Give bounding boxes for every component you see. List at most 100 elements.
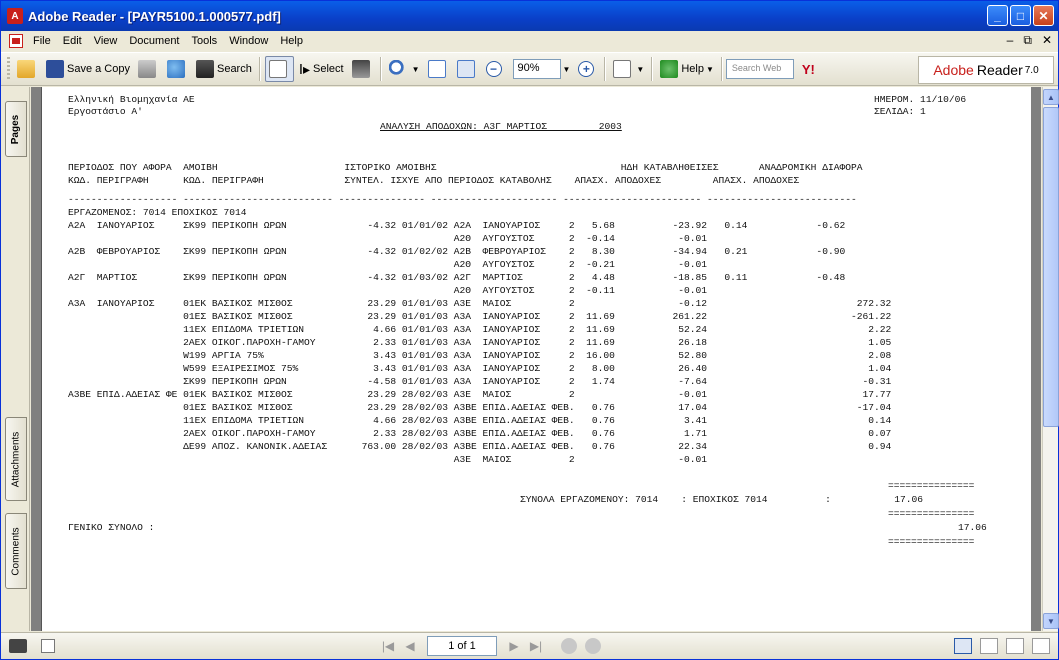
report-row: 2ΑΕΧ ΟΙΚΟΓ.ΠΑΡΟΧΗ-ΓΑΜΟΥ 2.33 01/01/03 Α3… bbox=[68, 337, 892, 348]
facing-layout-icon[interactable] bbox=[1006, 638, 1024, 654]
plant-name: Εργοστάσιο Α' bbox=[68, 106, 143, 117]
menu-help[interactable]: Help bbox=[274, 35, 309, 47]
previous-page-button[interactable]: ◀ bbox=[399, 637, 421, 655]
zoom-in-icon bbox=[388, 60, 407, 78]
search-web-input[interactable]: Search Web bbox=[725, 59, 794, 79]
brand-version: 7.0 bbox=[1024, 64, 1039, 76]
hand-icon bbox=[268, 60, 287, 78]
select-label: Select bbox=[313, 63, 344, 75]
previous-view-button[interactable] bbox=[561, 638, 577, 654]
maximize-button[interactable]: □ bbox=[1010, 5, 1031, 26]
fit-width-button[interactable] bbox=[454, 56, 481, 82]
rotate-button[interactable]: ▼ bbox=[610, 56, 647, 82]
grand-total-value: 17.06 bbox=[958, 522, 987, 533]
select-tool-button[interactable]: Ⅰ▸ Select bbox=[296, 56, 347, 82]
navigation-panel: Pages Attachments Comments bbox=[1, 87, 30, 631]
page-number-field[interactable]: 1 of 1 bbox=[427, 636, 497, 656]
report-row: Α2Β ΦΕΒΡΟΥΑΡΙΟΣ ΣΚ99 ΠΕΡΙΚΟΠΗ ΩΡΩΝ -4.32… bbox=[68, 246, 846, 257]
binoculars-icon bbox=[195, 60, 214, 78]
dropdown-arrow-icon: ▼ bbox=[636, 64, 645, 74]
last-page-button[interactable]: ▶| bbox=[525, 637, 547, 655]
close-button[interactable]: ✕ bbox=[1033, 5, 1054, 26]
menu-bar: File Edit View Document Tools Window Hel… bbox=[1, 31, 1058, 51]
tab-pages[interactable]: Pages bbox=[5, 101, 27, 157]
doc-close-button[interactable]: ✕ bbox=[1042, 33, 1052, 48]
single-page-layout-icon[interactable] bbox=[954, 638, 972, 654]
email-button[interactable] bbox=[164, 56, 191, 82]
tab-attachments[interactable]: Attachments bbox=[5, 417, 27, 501]
report-row: Α3Α ΙΑΝΟΥΑΡΙΟΣ 01ΕΚ ΒΑΣΙΚΟΣ ΜΙΣΘΟΣ 23.29… bbox=[68, 298, 892, 309]
zoom-level-select[interactable]: 90% ▼ bbox=[510, 56, 574, 82]
zoom-tool-button[interactable]: ▼ bbox=[386, 56, 423, 82]
document-view[interactable]: Ελληνική Βιομηχανία ΑΕ Εργοστάσιο Α' ΗΜΕ… bbox=[31, 87, 1041, 631]
continuous-layout-icon[interactable] bbox=[980, 638, 998, 654]
snapshot-button[interactable] bbox=[349, 56, 376, 82]
menu-document[interactable]: Document bbox=[123, 35, 185, 47]
pdf-page: Ελληνική Βιομηχανία ΑΕ Εργοστάσιο Α' ΗΜΕ… bbox=[41, 87, 1031, 631]
toolbar-separator bbox=[379, 57, 382, 81]
doc-restore-button[interactable]: ⧉ bbox=[1023, 33, 1032, 48]
brand-reader: Reader bbox=[976, 62, 1023, 78]
scroll-up-button[interactable]: ▲ bbox=[1043, 89, 1059, 105]
vertical-scrollbar[interactable]: ▲ ▼ bbox=[1042, 87, 1059, 631]
title-bar[interactable]: A Adobe Reader - [PAYR5100.1.000577.pdf]… bbox=[1, 1, 1058, 31]
fit-page-button[interactable] bbox=[425, 56, 452, 82]
report-row: W199 ΑΡΓΙΑ 75% 3.43 01/01/03 Α3Α ΙΑΝΟΥΑΡ… bbox=[68, 350, 892, 361]
print-button[interactable] bbox=[135, 56, 162, 82]
save-copy-button[interactable]: Save a Copy bbox=[43, 56, 133, 82]
monitor-icon[interactable] bbox=[9, 639, 27, 653]
report-row: ΔΕ99 ΑΠΟΖ. ΚΑΝΟΝΙΚ.ΑΔΕΙΑΣ 763.00 28/02/0… bbox=[68, 441, 892, 452]
first-page-button[interactable]: |◀ bbox=[377, 637, 399, 655]
total-rule: =============== bbox=[888, 480, 975, 491]
menu-tools[interactable]: Tools bbox=[186, 35, 224, 47]
report-row: Α3ΒΕ ΕΠΙΔ.ΑΔΕΙΑΣ ΦΕ 01ΕΚ ΒΑΣΙΚΟΣ ΜΙΣΘΟΣ … bbox=[68, 389, 892, 400]
search-label: Search bbox=[216, 63, 252, 75]
search-button[interactable]: Search bbox=[193, 56, 255, 82]
scroll-thumb[interactable] bbox=[1043, 107, 1059, 427]
menu-window[interactable]: Window bbox=[223, 35, 274, 47]
yahoo-icon[interactable]: Y! bbox=[802, 62, 815, 77]
zoom-value[interactable]: 90% bbox=[512, 59, 561, 79]
employee-total-line: ΣΥΝΟΛΑ ΕΡΓΑΖΟΜΕΝΟΥ: 7014 : ΕΠΟΧΙΚΟΣ 7014… bbox=[520, 494, 924, 505]
report-row: 11ΕΧ ΕΠΙΔΟΜΑ ΤΡΙΕΤΙΩΝ 4.66 28/02/03 Α3ΒΕ… bbox=[68, 415, 892, 426]
menu-view[interactable]: View bbox=[88, 35, 124, 47]
minimize-button[interactable]: _ bbox=[987, 5, 1008, 26]
adobe-reader-logo-icon: A bbox=[7, 8, 23, 24]
open-folder-icon bbox=[17, 60, 35, 78]
total-rule: =============== bbox=[888, 508, 975, 519]
help-button[interactable]: Help ▼ bbox=[657, 56, 717, 82]
scroll-down-button[interactable]: ▼ bbox=[1043, 613, 1059, 629]
hand-tool-button[interactable] bbox=[264, 56, 294, 82]
zoom-in-button[interactable]: + bbox=[575, 56, 600, 82]
brand-adobe: Adobe bbox=[933, 62, 974, 78]
open-button[interactable] bbox=[14, 56, 41, 82]
continuous-facing-layout-icon[interactable] bbox=[1032, 638, 1050, 654]
toolbar-separator bbox=[651, 57, 654, 81]
report-title: ΑΝΑΛΥΣΗ ΑΠΟΔΟΧΩΝ: Α3Γ ΜΑΡΤΙΟΣ 2003 bbox=[380, 121, 622, 132]
zoom-out-button[interactable]: − bbox=[483, 56, 508, 82]
doc-minimize-button[interactable]: – bbox=[1007, 33, 1014, 48]
next-view-button[interactable] bbox=[585, 638, 601, 654]
help-label: Help bbox=[681, 63, 704, 75]
report-page: ΣΕΛΙΔΑ: 1 bbox=[874, 106, 926, 117]
dropdown-arrow-icon: ▼ bbox=[562, 64, 571, 74]
window-title: Adobe Reader - [PAYR5100.1.000577.pdf] bbox=[28, 8, 281, 24]
grand-total-label: ΓΕΝΙΚΟ ΣΥΝΟΛΟ : bbox=[68, 522, 155, 533]
company-name: Ελληνική Βιομηχανία ΑΕ bbox=[68, 94, 195, 105]
plus-icon: + bbox=[578, 61, 595, 77]
menu-file[interactable]: File bbox=[27, 35, 57, 47]
next-page-button[interactable]: ▶ bbox=[503, 637, 525, 655]
grand-total-rule: =============== bbox=[888, 536, 975, 547]
report-row: Α2Α ΙΑΝΟΥΑΡΙΟΣ ΣΚ99 ΠΕΡΙΚΟΠΗ ΩΡΩΝ -4.32 … bbox=[68, 220, 846, 231]
report-row: 11ΕΧ ΕΠΙΔΟΜΑ ΤΡΙΕΤΙΩΝ 4.66 01/01/03 Α3Α … bbox=[68, 324, 892, 335]
document-properties-icon[interactable] bbox=[41, 639, 55, 653]
toolbar-separator bbox=[604, 57, 607, 81]
rotate-view-icon bbox=[613, 60, 632, 78]
menu-edit[interactable]: Edit bbox=[57, 35, 88, 47]
email-icon bbox=[166, 60, 185, 78]
document-icon[interactable] bbox=[9, 34, 23, 48]
toolbar-grip[interactable] bbox=[7, 57, 10, 81]
dropdown-arrow-icon: ▼ bbox=[705, 64, 714, 74]
tab-comments[interactable]: Comments bbox=[5, 513, 27, 589]
report-row: Α2Θ ΑΥΓΟΥΣΤΟΣ 2 -0.21 -0.01 bbox=[68, 259, 708, 270]
